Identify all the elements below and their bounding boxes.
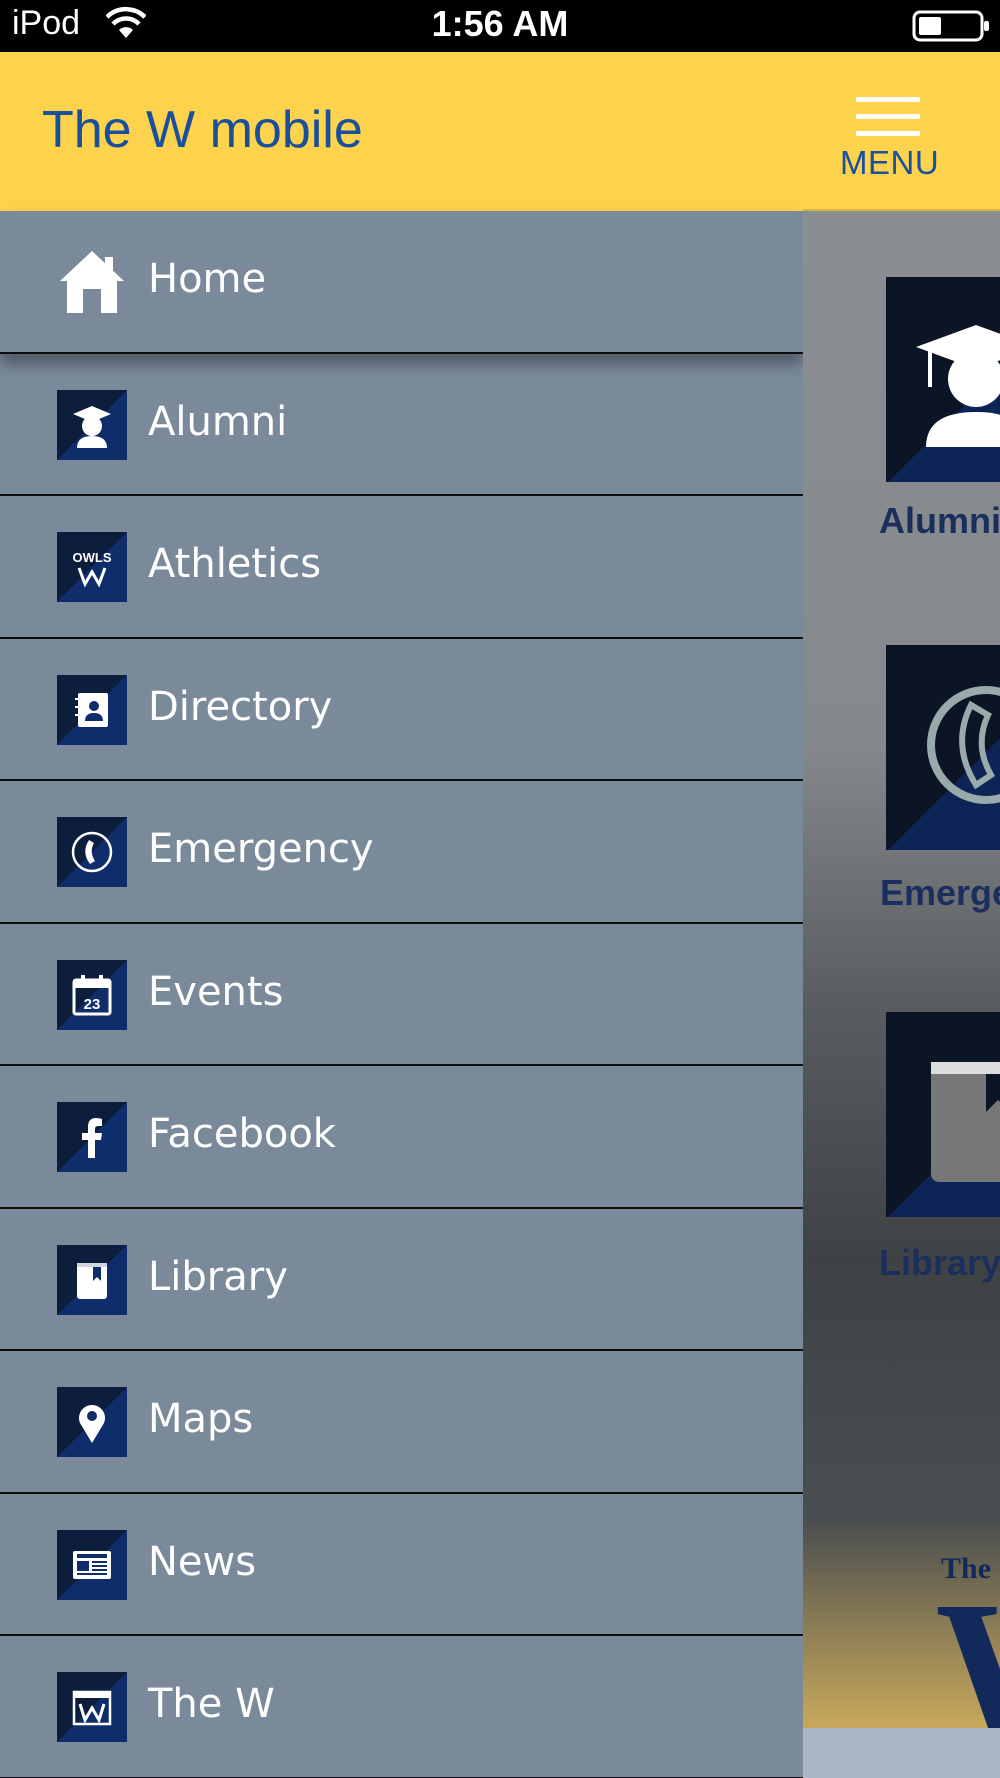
menu-item-label: Events (148, 968, 284, 1015)
library-tile-label: Library (879, 1242, 1000, 1283)
menu-item-athletics[interactable]: OWLS Athletics (0, 496, 803, 639)
map-pin-icon (57, 1387, 127, 1457)
facebook-icon (57, 1102, 127, 1172)
menu-item-label: Facebook (148, 1111, 336, 1157)
phone-icon (927, 686, 1000, 804)
home-page-background: MENU Alumni Emergency Library The W (803, 52, 1000, 1778)
menu-item-maps[interactable]: Maps (0, 1351, 803, 1494)
menu-item-home[interactable]: Home (0, 211, 803, 354)
menu-item-facebook[interactable]: Facebook (0, 1066, 803, 1209)
book-icon (931, 1062, 1000, 1182)
book-icon (57, 1244, 127, 1315)
menu-item-label: News (148, 1538, 257, 1585)
menu-item-label: Library (148, 1253, 288, 1300)
calendar-icon: 23 (57, 959, 127, 1030)
menu-item-label: Athletics (148, 541, 322, 587)
menu-item-label: Home (148, 256, 267, 302)
menu-button-label: MENU (840, 144, 940, 181)
emergency-tile[interactable] (886, 645, 1000, 850)
menu-item-library[interactable]: Library (0, 1209, 803, 1351)
app-title: The W mobile (42, 101, 363, 159)
owls-logo-icon: OWLS (57, 532, 127, 602)
graduate-icon (57, 389, 127, 460)
emergency-tile-label: Emergency (880, 872, 1000, 913)
navigation-drawer: The W mobile Home Alumni OWLS Athletics … (0, 52, 803, 1778)
menu-item-label: Emergency (148, 826, 374, 872)
menu-item-events[interactable]: 23 Events (0, 924, 803, 1066)
svg-text:23: 23 (84, 996, 101, 1013)
menu-button[interactable]: MENU (803, 52, 1000, 211)
menu-item-label: The W (148, 1681, 275, 1727)
menu-item-the-w[interactable]: The W (0, 1636, 803, 1778)
the-w-icon (57, 1672, 127, 1742)
menu-item-alumni[interactable]: Alumni (0, 354, 803, 496)
home-icon (57, 247, 127, 317)
hamburger-icon (856, 97, 920, 137)
clock: 1:56 AM (431, 3, 569, 44)
menu-item-label: Directory (148, 683, 333, 730)
library-tile[interactable] (886, 1012, 1000, 1217)
phone-icon (57, 817, 127, 887)
menu-list: Home Alumni OWLS Athletics Directory Eme… (0, 211, 803, 1778)
bottom-bar (803, 1728, 1000, 1778)
battery-icon (912, 10, 989, 42)
graduate-icon (916, 325, 1000, 447)
status-bar: iPod 1:56 AM (0, 0, 1000, 52)
alumni-tile-label: Alumni (879, 500, 1000, 541)
contact-book-icon (57, 674, 127, 745)
menu-item-label: Maps (148, 1396, 254, 1442)
drawer-header: The W mobile (0, 52, 803, 211)
menu-item-emergency[interactable]: Emergency (0, 781, 803, 924)
menu-item-directory[interactable]: Directory (0, 639, 803, 781)
menu-item-news[interactable]: News (0, 1494, 803, 1636)
newspaper-icon (57, 1529, 127, 1600)
alumni-tile[interactable] (886, 277, 1000, 482)
svg-text:OWLS: OWLS (73, 550, 112, 565)
menu-item-label: Alumni (148, 398, 288, 445)
